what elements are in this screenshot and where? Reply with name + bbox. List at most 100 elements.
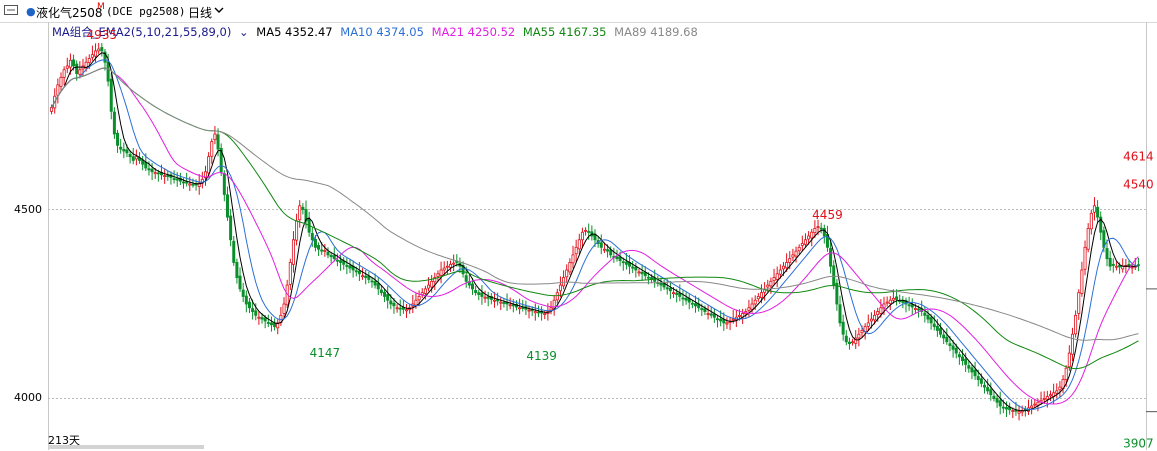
candle-body xyxy=(659,282,663,286)
candle-body xyxy=(948,343,952,346)
candle-body xyxy=(1017,411,1021,414)
candle-body xyxy=(731,318,735,321)
candle-body xyxy=(508,304,512,307)
candle-body xyxy=(1033,403,1037,406)
candle-body xyxy=(574,246,578,255)
candle-body xyxy=(389,300,393,305)
candle-body xyxy=(851,341,855,344)
candle-body xyxy=(791,254,795,258)
candle-body xyxy=(599,242,603,248)
peak-label-4147: 4147 xyxy=(310,346,341,360)
candle-body xyxy=(147,168,151,171)
peak-label-4540: 4540 xyxy=(1123,177,1154,191)
candle-body xyxy=(427,284,431,289)
candle-body xyxy=(694,303,698,307)
candle-body xyxy=(232,240,236,263)
candle-body xyxy=(405,309,409,312)
candle-body xyxy=(759,292,763,298)
candle-body xyxy=(681,297,685,300)
candle-body xyxy=(1074,314,1078,335)
candle-body xyxy=(606,249,610,252)
candle-body xyxy=(986,387,990,392)
candle-body xyxy=(703,308,707,312)
candle-body xyxy=(257,316,261,319)
candle-body xyxy=(414,299,418,306)
candle-body xyxy=(269,322,273,326)
candle-body xyxy=(923,312,927,316)
candle-body xyxy=(957,354,961,358)
candle-body xyxy=(844,335,848,343)
candle-body xyxy=(1111,263,1115,266)
candle-body xyxy=(778,269,782,275)
candle-body xyxy=(477,292,481,295)
candle-body xyxy=(939,328,943,335)
candle-body xyxy=(65,65,69,69)
candle-body xyxy=(442,267,446,271)
candle-body xyxy=(112,111,116,135)
candle-body xyxy=(153,172,157,175)
candle-body xyxy=(90,54,94,58)
menu-icon[interactable] xyxy=(4,5,18,15)
chevron-down-icon[interactable] xyxy=(214,6,224,14)
candle-body xyxy=(357,270,361,275)
candle-body xyxy=(951,345,955,350)
instrument-name[interactable]: 液化气2508 xyxy=(36,4,103,21)
candle-body xyxy=(502,302,506,304)
candle-body xyxy=(175,178,179,181)
candle-body xyxy=(1036,401,1040,406)
candle-body xyxy=(367,276,371,280)
candle-body xyxy=(417,296,421,301)
candle-body xyxy=(317,245,321,250)
candle-body xyxy=(640,271,644,275)
candle-body xyxy=(323,249,327,252)
candle-body xyxy=(386,294,390,301)
candle-body xyxy=(486,296,490,299)
candle-body xyxy=(423,288,427,294)
candle-body xyxy=(251,308,255,312)
candle-body xyxy=(873,314,877,321)
candlestick-chart[interactable]: 4935 4147 4139 4459 4540 4614 3907 xyxy=(0,22,1157,450)
candle-body xyxy=(602,248,606,251)
candle-body xyxy=(225,194,229,218)
candle-body xyxy=(781,265,785,270)
candle-body xyxy=(125,149,129,154)
candle-body xyxy=(361,275,365,278)
candle-body xyxy=(725,322,729,325)
candle-body xyxy=(207,156,211,174)
candle-body xyxy=(527,309,531,312)
period-selector[interactable]: 日线 xyxy=(188,4,212,21)
candle-body xyxy=(370,280,374,283)
candle-body xyxy=(100,47,104,52)
candle-body xyxy=(222,173,226,195)
candle-body xyxy=(1118,265,1122,268)
candle-body xyxy=(967,365,971,369)
ma-line-MA89 xyxy=(51,67,1139,341)
candle-body xyxy=(797,246,801,252)
candle-body xyxy=(910,304,914,308)
candle-body xyxy=(156,172,160,175)
candle-body xyxy=(822,228,826,237)
candle-body xyxy=(584,229,588,232)
candle-body xyxy=(313,238,317,248)
candle-body xyxy=(291,239,295,265)
candle-body xyxy=(992,395,996,399)
candle-body xyxy=(470,283,474,290)
horizontal-scrollbar[interactable] xyxy=(48,445,204,449)
candle-body xyxy=(310,232,314,241)
candle-body xyxy=(260,317,264,320)
candle-body xyxy=(970,367,974,373)
candle-body xyxy=(637,271,641,274)
candle-body xyxy=(841,321,845,335)
candle-body xyxy=(75,63,79,74)
candle-body xyxy=(750,303,754,310)
candle-body xyxy=(298,205,302,221)
candle-body xyxy=(766,284,770,288)
candle-body xyxy=(166,175,170,177)
candle-body xyxy=(1004,407,1008,410)
candle-body xyxy=(238,275,242,290)
candle-body xyxy=(895,296,899,300)
candle-body xyxy=(131,156,135,161)
candle-body xyxy=(772,277,776,281)
candle-body xyxy=(832,265,836,286)
candle-body xyxy=(869,318,873,322)
